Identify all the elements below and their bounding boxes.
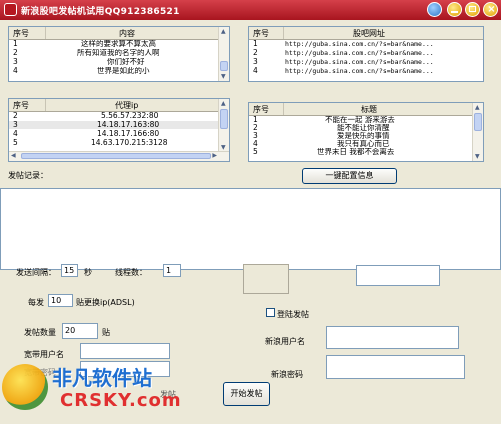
scroll-right-icon[interactable]: ▶ xyxy=(212,152,217,160)
interval-label: 发送间隔： xyxy=(16,268,56,277)
minimize-button[interactable] xyxy=(447,2,462,17)
watermark-name: 非凡软件站 xyxy=(52,366,152,390)
every-suffix: 贴更换ip(ADSL) xyxy=(76,298,135,307)
login-post-label: 登陆发帖 xyxy=(277,310,309,319)
scroll-up-icon[interactable]: ▲ xyxy=(221,28,226,36)
scroll-up-icon[interactable]: ▲ xyxy=(221,100,226,108)
post-log-area[interactable] xyxy=(0,188,501,270)
main-window: 序号 内容 1 这样的要求算不算太高 2 所有知道我的名字的人啊 3 你们好不好 4世… xyxy=(0,20,501,424)
proxy-table[interactable]: 序号 代理ip 2 5.56.57.232:80 3 14.18.17.163:80… xyxy=(8,98,230,162)
post-count-input[interactable]: 20 xyxy=(62,323,98,339)
app-icon xyxy=(4,3,17,16)
scroll-down-icon[interactable]: ▼ xyxy=(221,73,226,81)
horizontal-scrollbar[interactable]: ◀ ▶ xyxy=(9,151,229,161)
one-click-config-button[interactable]: 一键配置信息 xyxy=(302,168,397,184)
scroll-down-icon[interactable]: ▼ xyxy=(475,153,480,161)
post-log-label: 发帖记录： xyxy=(8,171,48,180)
broadband-user-label: 宽带用户名 xyxy=(24,350,64,359)
table-row[interactable]: 4 我只有真心而已 xyxy=(249,140,483,148)
table-row[interactable]: 2 能不能让你清醒 xyxy=(249,124,483,132)
table-row[interactable]: 3 爱是快乐的事情 xyxy=(249,132,483,140)
table-row[interactable]: 2 所有知道我的名字的人啊 xyxy=(9,49,229,57)
maximize-button[interactable] xyxy=(465,2,480,17)
maximize-icon xyxy=(469,6,476,12)
url-table[interactable]: 序号 股吧网址 1 http://guba.sina.com.cn/?s=bar&… xyxy=(248,26,484,82)
close-button[interactable]: × xyxy=(483,2,498,17)
title-bar[interactable]: 新浪股吧发帖机试用QQ912386521 × xyxy=(0,0,501,20)
sina-pass-label: 新浪密码 xyxy=(271,370,303,379)
interval-unit: 秒 xyxy=(84,268,92,277)
scroll-left-icon[interactable]: ◀ xyxy=(11,152,16,160)
sina-pass-input[interactable] xyxy=(326,355,465,379)
scroll-thumb[interactable] xyxy=(21,153,211,159)
scroll-thumb[interactable] xyxy=(220,109,228,129)
column-header[interactable]: 内容 xyxy=(119,28,135,39)
table-header: 序号 股吧网址 xyxy=(249,27,483,40)
column-header[interactable]: 序号 xyxy=(253,28,269,39)
table-row[interactable]: 3 你们好不好 xyxy=(9,58,229,66)
table-header: 序号 代理ip xyxy=(9,99,229,112)
table-row[interactable]: 4 世界是如此的小 xyxy=(9,67,229,75)
vertical-scrollbar[interactable]: ▲ ▼ xyxy=(218,27,229,81)
post-count-label: 发帖数量 xyxy=(24,328,56,337)
post-count-unit: 贴 xyxy=(102,328,110,337)
sina-user-label: 新浪用户名 xyxy=(265,337,305,346)
minimize-icon xyxy=(451,11,458,13)
table-row[interactable]: 2 http://guba.sina.com.cn/?s=bar&name... xyxy=(249,49,483,58)
table-row[interactable]: 5 14.63.170.215:3128 xyxy=(9,139,229,147)
column-header[interactable]: 序号 xyxy=(253,104,269,115)
content-table[interactable]: 序号 内容 1 这样的要求算不算太高 2 所有知道我的名字的人啊 3 你们好不好 4世… xyxy=(8,26,230,82)
table-header: 序号 标题 xyxy=(249,103,483,116)
table-row[interactable]: 3 14.18.17.163:80 xyxy=(9,121,229,129)
window-title: 新浪股吧发帖机试用QQ912386521 xyxy=(21,7,180,17)
table-row[interactable]: 5 世界末日 我都不会离去 xyxy=(249,148,483,156)
column-header[interactable]: 代理ip xyxy=(115,100,138,111)
table-row[interactable]: 4 http://guba.sina.com.cn/?s=bar&name... xyxy=(249,67,483,76)
watermark-logo-icon xyxy=(2,364,48,410)
table-row[interactable]: 4 14.18.17.166:80 xyxy=(9,130,229,138)
scroll-thumb[interactable] xyxy=(220,61,228,71)
watermark-domain: CRSKY.com xyxy=(60,390,182,411)
login-post-checkbox[interactable] xyxy=(266,308,275,317)
broadband-user-input[interactable] xyxy=(80,343,170,359)
table-row[interactable]: 3 http://guba.sina.com.cn/?s=bar&name... xyxy=(249,58,483,67)
vertical-scrollbar[interactable]: ▲ ▼ xyxy=(218,99,229,152)
table-row[interactable]: 2 5.56.57.232:80 xyxy=(9,112,229,120)
close-icon: × xyxy=(487,4,496,15)
table-row[interactable]: 1 这样的要求算不算太高 xyxy=(9,40,229,48)
start-post-button[interactable]: 开始发帖 xyxy=(223,382,270,406)
captcha-input[interactable] xyxy=(356,265,440,286)
every-label: 每发 xyxy=(28,298,44,307)
scroll-up-icon[interactable]: ▲ xyxy=(475,104,480,112)
captcha-box xyxy=(243,264,289,294)
table-header: 序号 内容 xyxy=(9,27,229,40)
table-row[interactable]: 1 http://guba.sina.com.cn/?s=bar&name... xyxy=(249,40,483,49)
every-input[interactable]: 10 xyxy=(48,294,73,307)
column-header[interactable]: 序号 xyxy=(13,28,29,39)
watermark: 非凡软件站 CRSKY.com xyxy=(0,360,200,424)
scroll-thumb[interactable] xyxy=(474,113,482,131)
sina-user-input[interactable] xyxy=(326,326,459,349)
threads-label: 线程数： xyxy=(115,268,147,277)
column-header[interactable]: 标题 xyxy=(361,104,377,115)
threads-input[interactable]: 1 xyxy=(163,264,181,277)
interval-input[interactable]: 15 xyxy=(61,264,78,277)
column-header[interactable]: 序号 xyxy=(13,100,29,111)
column-header[interactable]: 股吧网址 xyxy=(353,28,385,39)
title-table[interactable]: 序号 标题 1 不能在一起 游来游去 2 能不能让你清醒 3 爱是快乐的事情 4 我只有… xyxy=(248,102,484,162)
skin-icon[interactable] xyxy=(427,2,442,17)
table-row[interactable]: 1 不能在一起 游来游去 xyxy=(249,116,483,124)
vertical-scrollbar[interactable]: ▲ ▼ xyxy=(472,103,483,161)
